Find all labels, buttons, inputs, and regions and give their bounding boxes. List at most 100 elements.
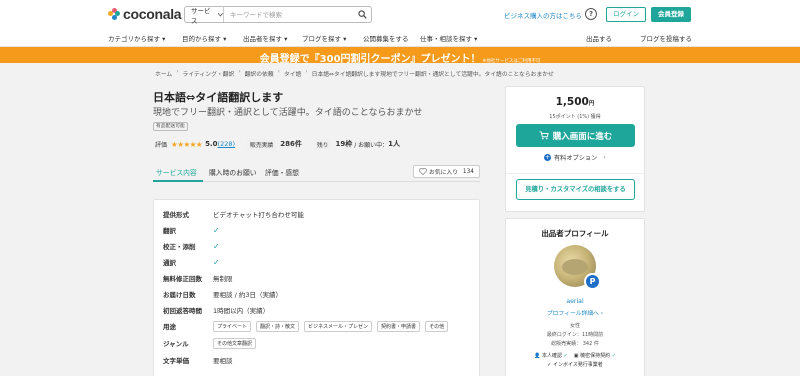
verif-label: 本人確認 bbox=[541, 353, 562, 359]
breadcrumb-item[interactable]: ライティング・翻訳 bbox=[183, 69, 235, 78]
breadcrumb-separator: › bbox=[238, 69, 241, 75]
check-icon: ✓ bbox=[213, 225, 220, 235]
purchase-card: 1,500円 15ポイント (1%) 獲得 購入画面に進む + 有料オプション … bbox=[505, 86, 645, 212]
help-icon[interactable]: ? bbox=[585, 8, 597, 20]
seller-username[interactable]: aerial bbox=[506, 298, 644, 305]
favorite-count: 134 bbox=[462, 168, 474, 175]
proceed-to-purchase-button[interactable]: 購入画面に進む bbox=[516, 124, 635, 147]
promo-banner[interactable]: 会員登録で『300円割引クーポン』プレゼント！ ※他社サービスはご利用不可 bbox=[0, 47, 800, 65]
identity-verified: 👤 本人確認 ✓ bbox=[534, 353, 568, 359]
signup-button[interactable]: 会員登録 bbox=[651, 7, 691, 22]
detail-row: 初回返答時間 1時間以内（実績） bbox=[163, 304, 269, 316]
nav-job-search[interactable]: 仕事・相談を探す ▾ bbox=[420, 33, 477, 43]
breadcrumb-separator: › bbox=[305, 69, 308, 75]
coconala-logo[interactable]: coconala bbox=[108, 6, 182, 22]
detail-row: 翻訳 ✓ bbox=[163, 224, 220, 236]
breadcrumb: ホーム › ライティング・翻訳 › 翻訳の依頼 › タイ語 › 日本語⇔タイ語翻訳します… bbox=[155, 69, 554, 78]
detail-value: 1時間以内（実績） bbox=[213, 307, 270, 315]
site-header: coconala サービス ビジネス購入の方はこちら ? ログイン 会員登録 bbox=[0, 0, 800, 30]
nav-item-label: 目的から探す bbox=[182, 35, 221, 43]
buy-label: 購入画面に進む bbox=[552, 131, 613, 142]
search-category-select[interactable]: サービス bbox=[185, 7, 224, 25]
detail-row: 無料修正回数 無制限 bbox=[163, 272, 233, 284]
nav-seller-search[interactable]: 出品者を探す ▾ bbox=[243, 33, 287, 43]
profile-title: 出品者プロフィール bbox=[541, 229, 609, 238]
breadcrumb-separator: › bbox=[277, 69, 280, 75]
pro-badge-icon: P bbox=[584, 273, 601, 290]
remaining-value: 19枠 bbox=[335, 140, 353, 148]
points-info: 15ポイント (1%) 獲得 bbox=[549, 114, 601, 120]
detail-label: 無料修正回数 bbox=[163, 275, 202, 283]
price: 1,500円 bbox=[506, 96, 644, 108]
nav-blog-search[interactable]: ブログを探す ▾ bbox=[302, 33, 346, 43]
review-count-link[interactable]: (228) bbox=[218, 140, 235, 148]
tab-service-content[interactable]: サービス内容 bbox=[156, 167, 197, 177]
nav-purpose-search[interactable]: 目的から探す ▾ bbox=[182, 33, 226, 43]
usage-chip[interactable]: その他 bbox=[425, 320, 449, 332]
service-stats: 評価 ★★★★★ 5.0 (228) 販売実績 286件 残り 19枠 / お願… bbox=[155, 138, 400, 150]
detail-label: お届け日数 bbox=[163, 291, 196, 299]
usage-chip[interactable]: 契約書・申請書 bbox=[377, 320, 421, 332]
usage-chip[interactable]: ビジネスメール・プレゼン bbox=[304, 320, 373, 332]
usage-chip[interactable]: プライベート bbox=[213, 320, 252, 332]
business-purchase-link[interactable]: ビジネス購入の方はこちら bbox=[504, 10, 582, 20]
nda-signed: ▣ 機密保持契約 ✓ bbox=[573, 353, 616, 359]
detail-value: 要相談 bbox=[213, 357, 233, 365]
search-input[interactable] bbox=[224, 10, 353, 19]
check-icon: ✓ bbox=[611, 353, 616, 359]
detail-label: 用途 bbox=[163, 323, 176, 331]
verif-label: 機密保持契約 bbox=[580, 353, 611, 359]
verif-label: インボイス発行事業者 bbox=[552, 362, 603, 368]
paid-option-label: 有料オプション bbox=[554, 155, 598, 162]
genre-chip[interactable]: その他文章翻訳 bbox=[213, 337, 257, 349]
check-icon: ✓ bbox=[563, 353, 568, 359]
seller-total-sales: 総販売実績： 342 件 bbox=[551, 341, 599, 347]
verification-badges: 👤 本人確認 ✓ ▣ 機密保持契約 ✓ bbox=[506, 352, 644, 359]
banner-text: 会員登録で『300円割引クーポン』プレゼント！ bbox=[259, 54, 481, 65]
detail-label: 翻訳 bbox=[163, 227, 176, 235]
rating-value: 5.0 bbox=[205, 140, 218, 148]
nav-category-search[interactable]: カテゴリから探す ▾ bbox=[108, 33, 165, 43]
profile-link-label: プロフィール詳細へ bbox=[546, 311, 599, 317]
seller-gender: 女性 bbox=[569, 323, 580, 329]
detail-value: 要相談 / 約3日（実績） bbox=[213, 291, 282, 299]
nav-item-label: ブログを投稿する bbox=[640, 35, 692, 43]
nav-public-request[interactable]: 公開募集をする bbox=[363, 33, 409, 43]
paid-option-link[interactable]: + 有料オプション › bbox=[544, 153, 606, 162]
nav-item-label: 公開募集をする bbox=[363, 35, 409, 43]
search-button[interactable] bbox=[353, 7, 371, 22]
breadcrumb-item[interactable]: タイ語 bbox=[284, 69, 301, 78]
logo-mark-icon bbox=[108, 8, 120, 20]
breadcrumb-item[interactable]: ホーム bbox=[155, 69, 172, 78]
login-button[interactable]: ログイン bbox=[606, 7, 646, 22]
remaining-label: 残り bbox=[313, 138, 332, 150]
nav-item-label: カテゴリから探す bbox=[108, 35, 160, 43]
seller-profile-card: 出品者プロフィール P aerial プロフィール詳細へ › 女性 最終ログイン… bbox=[505, 218, 645, 376]
invoice-badge: ✓ インボイス発行事業者 bbox=[506, 361, 644, 368]
nav-sell[interactable]: 出品する bbox=[586, 33, 612, 43]
tab-purchase-requests[interactable]: 購入時のお願い bbox=[209, 167, 257, 177]
search-icon bbox=[357, 10, 367, 19]
detail-label: 校正・添削 bbox=[163, 243, 196, 251]
inquiry-label: / お願い中： bbox=[354, 141, 389, 149]
detail-row: ジャンル その他文章翻訳 bbox=[163, 337, 258, 349]
tab-reviews[interactable]: 評価・感想 bbox=[265, 167, 299, 177]
detail-value: 無制限 bbox=[213, 275, 233, 283]
breadcrumb-item[interactable]: 翻訳の依頼 bbox=[245, 69, 274, 78]
favorite-button[interactable]: お気に入り 134 bbox=[413, 165, 480, 178]
detail-row: 通訳 ✓ bbox=[163, 256, 220, 268]
quote-consult-button[interactable]: 見積り・カスタマイズの相談をする bbox=[516, 179, 635, 200]
check-icon: ✓ bbox=[213, 241, 220, 251]
nav-item-label: 仕事・相談を探す bbox=[420, 35, 472, 43]
invoice-issuer: ✓ インボイス発行事業者 bbox=[547, 362, 603, 368]
detail-chips: その他文章翻訳 bbox=[213, 337, 258, 349]
search-bar: サービス bbox=[184, 6, 372, 25]
detail-row: 用途 プライベート 翻訳・詩・散文 ビジネスメール・プレゼン 契約書・申請書 そ… bbox=[163, 320, 450, 332]
chevron-right-icon: › bbox=[603, 154, 606, 161]
profile-detail-link[interactable]: プロフィール詳細へ › bbox=[506, 308, 644, 317]
breadcrumb-separator: › bbox=[176, 69, 179, 75]
service-title: 日本語⇔タイ語翻訳します bbox=[153, 91, 284, 104]
nav-item-label: 出品者を探す bbox=[243, 35, 282, 43]
usage-chip[interactable]: 翻訳・詩・散文 bbox=[256, 320, 300, 332]
nav-post-blog[interactable]: ブログを投稿する bbox=[640, 33, 692, 43]
